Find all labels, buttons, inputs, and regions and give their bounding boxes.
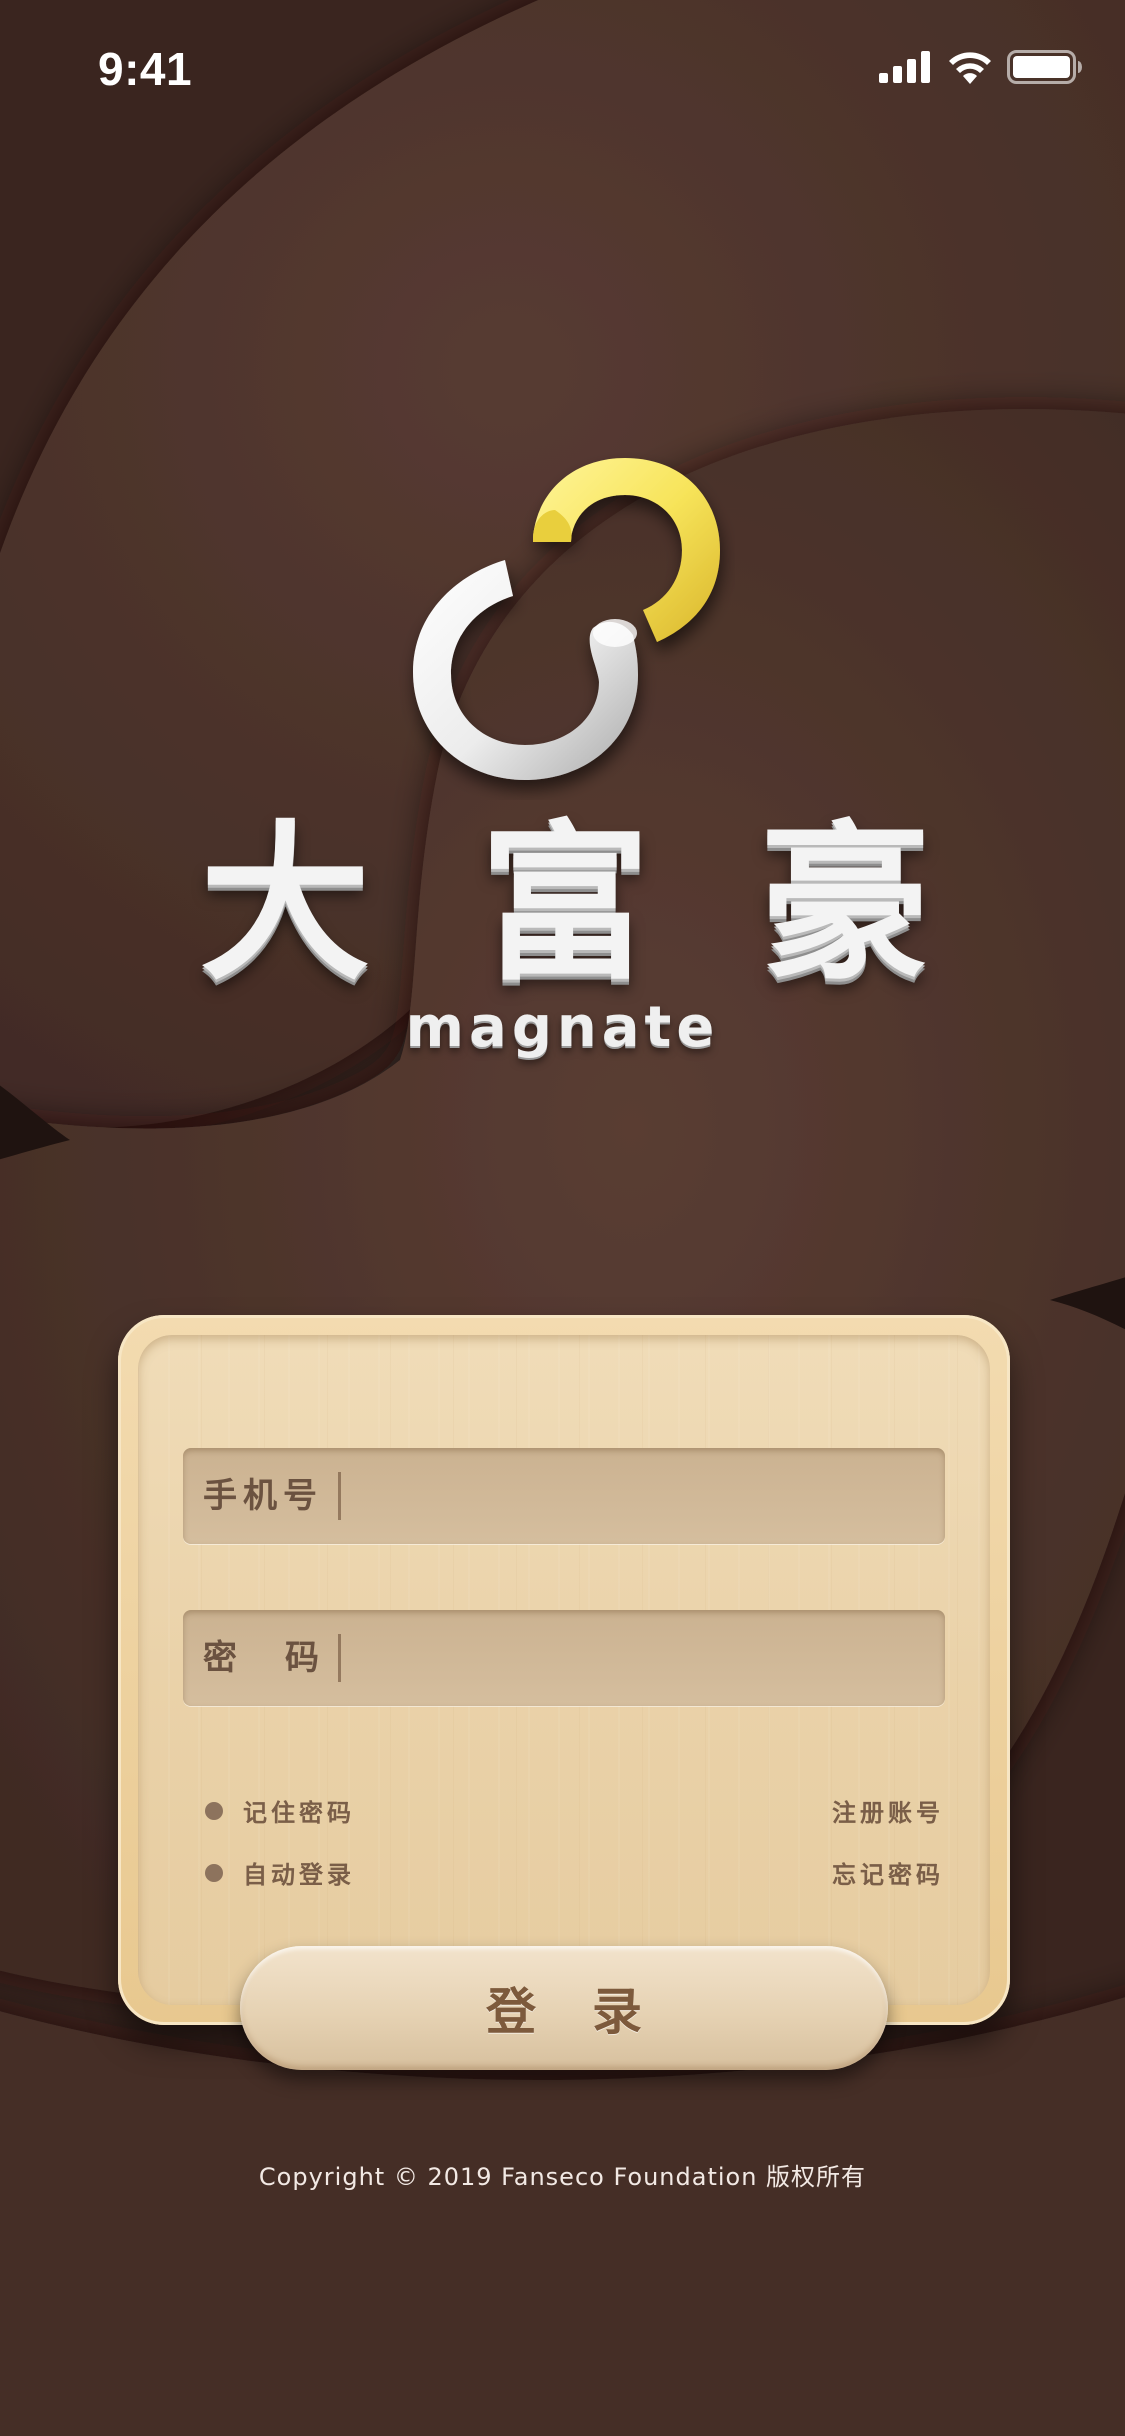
brand-char-3: 豪 bbox=[759, 806, 930, 1004]
login-button-label: 登录 bbox=[486, 1983, 698, 2041]
status-time: 9:41 bbox=[98, 43, 193, 95]
brand-char-2: 富 bbox=[479, 806, 650, 1004]
login-button[interactable]: 登录 bbox=[240, 1946, 888, 2070]
password-field[interactable]: 密码 bbox=[183, 1610, 945, 1708]
cellular-signal-icon bbox=[879, 51, 930, 83]
brand-subtitle: magnate bbox=[405, 995, 720, 1060]
magnate-logo-icon bbox=[413, 458, 720, 780]
status-icons bbox=[879, 50, 1083, 84]
brand-char-1: 大 bbox=[200, 806, 371, 1004]
register-link[interactable]: 注册账号 bbox=[832, 1793, 944, 1828]
password-label: 密码 bbox=[203, 1638, 367, 1678]
copyright-text: Copyright © 2019 Fanseco Foundation 版权所有 bbox=[258, 2163, 867, 2191]
phone-label: 手机号 bbox=[203, 1476, 323, 1516]
status-bar: 9:41 bbox=[0, 0, 1125, 140]
remember-password-label: 记住密码 bbox=[243, 1799, 355, 1827]
auto-login-radio-icon[interactable] bbox=[205, 1863, 223, 1882]
battery-icon bbox=[1007, 50, 1082, 84]
background-shapes bbox=[0, 0, 1125, 2436]
password-field-divider bbox=[338, 1634, 341, 1682]
auto-login-option[interactable]: 自动登录 bbox=[205, 1855, 355, 1890]
auto-login-label: 自动登录 bbox=[243, 1861, 355, 1889]
phone-field[interactable]: 手机号 bbox=[183, 1448, 945, 1546]
forgot-password-link[interactable]: 忘记密码 bbox=[832, 1855, 944, 1890]
password-input[interactable] bbox=[353, 1610, 927, 1708]
remember-password-radio-icon[interactable] bbox=[205, 1801, 223, 1820]
login-screen: 9:41 大 富 豪 magnate 手机号 密码 记住密码 自动登录 注册账号… bbox=[0, 0, 1125, 2436]
brand-title: 大 富 豪 bbox=[200, 820, 930, 990]
phone-field-divider bbox=[338, 1472, 341, 1520]
wifi-icon bbox=[949, 52, 991, 84]
remember-password-option[interactable]: 记住密码 bbox=[205, 1793, 355, 1828]
phone-input[interactable] bbox=[353, 1448, 927, 1546]
